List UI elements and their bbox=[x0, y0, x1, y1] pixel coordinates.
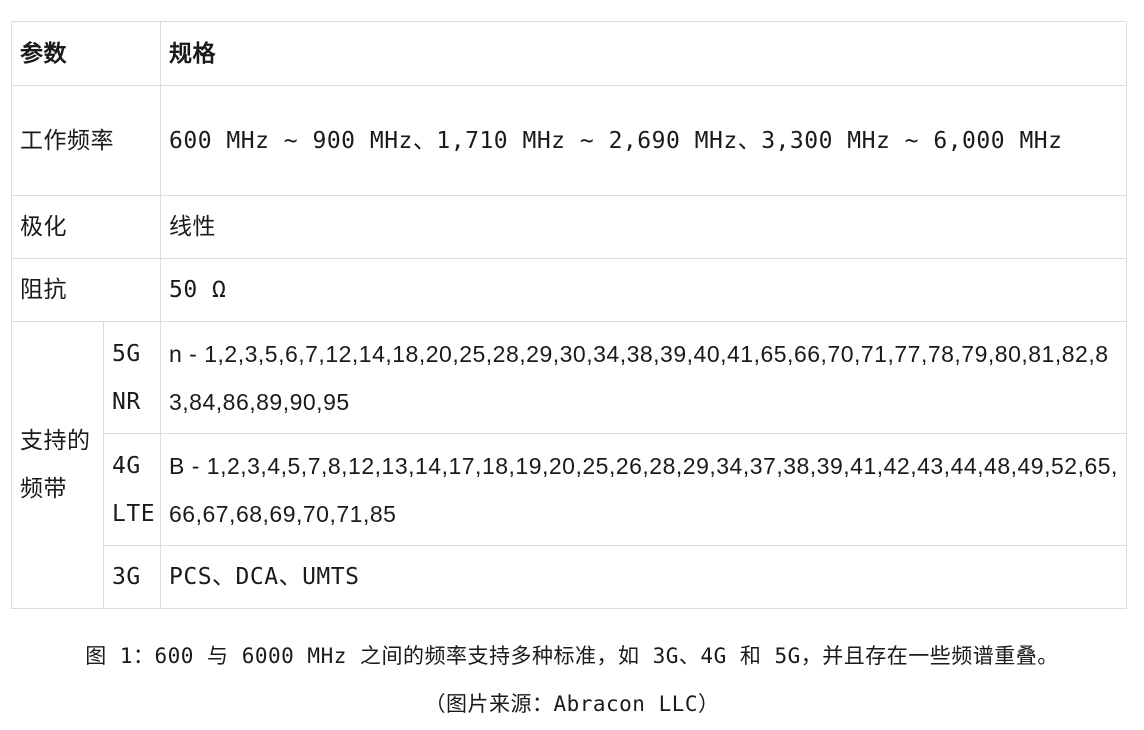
param-value: 600 MHz ~ 900 MHz、1,710 MHz ~ 2,690 MHz、… bbox=[160, 85, 1127, 196]
param-label: 阻抗 bbox=[11, 258, 161, 322]
table-row: 支持的频带 5G NR n - 1,2,3,5,6,7,12,14,18,20,… bbox=[11, 321, 1127, 609]
param-value: 线性 bbox=[160, 195, 1127, 259]
band-list: PCS、DCA、UMTS bbox=[160, 545, 1127, 609]
param-value: 50 Ω bbox=[160, 258, 1127, 322]
supported-bands-label: 支持的频带 bbox=[11, 321, 104, 609]
figure-caption: 图 1：600 与 6000 MHz 之间的频率支持多种标准，如 3G、4G 和… bbox=[85, 644, 1059, 668]
band-tech: 5G NR bbox=[103, 321, 161, 434]
spec-table: 参数 规格 工作频率 600 MHz ~ 900 MHz、1,710 MHz ~… bbox=[11, 21, 1127, 609]
header-param: 参数 bbox=[11, 21, 161, 86]
band-list: B - 1,2,3,4,5,7,8,12,13,14,17,18,19,20,2… bbox=[160, 433, 1127, 546]
band-list: n - 1,2,3,5,6,7,12,14,18,20,25,28,29,30,… bbox=[160, 321, 1127, 434]
band-tech: 3G bbox=[103, 545, 161, 609]
band-tech: 4G LTE bbox=[103, 433, 161, 546]
table-row: 极化 线性 bbox=[11, 195, 1127, 259]
header-spec: 规格 bbox=[160, 21, 1127, 86]
param-label: 工作频率 bbox=[11, 85, 161, 196]
table-header-row: 参数 规格 bbox=[11, 21, 1127, 86]
image-source: （图片来源：Abracon LLC） bbox=[424, 692, 720, 716]
table-row: 4G LTE B - 1,2,3,4,5,7,8,12,13,14,17,18,… bbox=[12, 433, 1127, 546]
param-label: 极化 bbox=[11, 195, 161, 259]
table-row: 阻抗 50 Ω bbox=[11, 258, 1127, 322]
table-row: 3G PCS、DCA、UMTS bbox=[12, 545, 1127, 609]
table-row: 工作频率 600 MHz ~ 900 MHz、1,710 MHz ~ 2,690… bbox=[11, 85, 1127, 196]
